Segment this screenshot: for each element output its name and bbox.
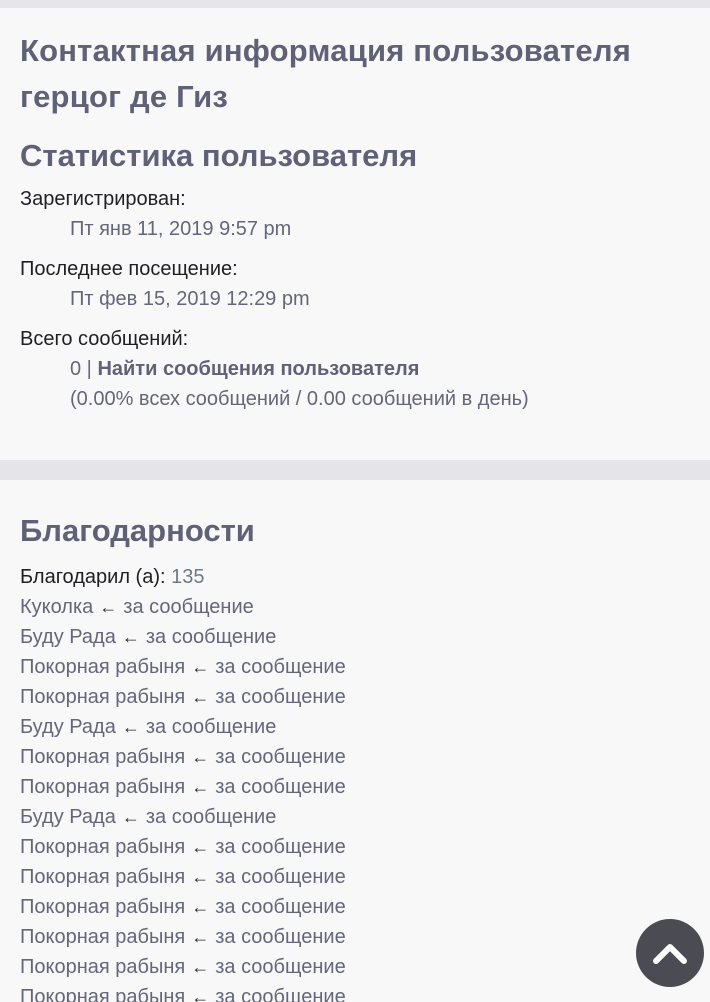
left-arrow-icon: ←	[191, 657, 210, 677]
thanks-user-link[interactable]: Куколка	[20, 596, 93, 618]
section-divider	[0, 460, 710, 480]
thanks-user-link[interactable]: Буду Рада	[20, 806, 116, 828]
thanks-heading: Благодарности	[20, 513, 255, 548]
left-arrow-icon: ←	[191, 777, 210, 797]
thanks-post-link[interactable]: за сообщение	[215, 866, 345, 888]
thanks-user-link[interactable]: Покорная рабыня	[20, 896, 185, 918]
thanks-post-link[interactable]: за сообщение	[215, 686, 345, 708]
thanks-post-link[interactable]: за сообщение	[215, 986, 345, 1002]
left-arrow-icon: ←	[191, 957, 210, 977]
left-arrow-icon: ←	[191, 897, 210, 917]
find-posts-link[interactable]: Найти сообщения пользователя	[97, 358, 419, 380]
left-arrow-icon: ←	[191, 987, 210, 1002]
left-arrow-icon: ←	[121, 717, 140, 737]
list-item: Куколка ← за сообщение	[20, 592, 690, 622]
thanks-post-link[interactable]: за сообщение	[215, 956, 345, 978]
registered-label: Зарегистрирован:	[20, 188, 186, 210]
thanks-post-link[interactable]: за сообщение	[123, 596, 253, 618]
stats-list: Зарегистрирован: Пт янв 11, 2019 9:57 pm…	[20, 184, 690, 414]
list-item: Покорная рабыня ← за сообщение	[20, 982, 690, 1002]
left-arrow-icon: ←	[99, 597, 118, 617]
registered-value: Пт янв 11, 2019 9:57 pm	[70, 218, 292, 240]
thanks-user-link[interactable]: Покорная рабыня	[20, 656, 185, 678]
left-arrow-icon: ←	[191, 687, 210, 707]
thanks-gave-count: 135	[171, 566, 205, 588]
scroll-to-top-button[interactable]	[636, 919, 704, 987]
page-title: Контактная информация пользователя герцо…	[20, 33, 632, 114]
thanks-post-link[interactable]: за сообщение	[215, 896, 345, 918]
posts-count: 0 |	[70, 358, 92, 380]
thanks-user-link[interactable]: Покорная рабыня	[20, 776, 185, 798]
left-arrow-icon: ←	[191, 927, 210, 947]
last-visit-label: Последнее посещение:	[20, 258, 238, 280]
top-strip	[0, 0, 710, 8]
thanks-post-link[interactable]: за сообщение	[215, 926, 345, 948]
list-item: Покорная рабыня ← за сообщение	[20, 952, 690, 982]
thanks-post-link[interactable]: за сообщение	[215, 776, 345, 798]
thanks-list: Куколка ← за сообщение Буду Рада ← за сообщен…	[20, 592, 690, 1002]
left-arrow-icon: ←	[121, 807, 140, 827]
list-item: Покорная рабыня ← за сообщение	[20, 832, 690, 862]
posts-stats: (0.00% всех сообщений / 0.00 сообщений в…	[70, 388, 529, 410]
thanks-user-link[interactable]: Покорная рабыня	[20, 986, 185, 1002]
list-item: Покорная рабыня ← за сообщение	[20, 862, 690, 892]
thanks-post-link[interactable]: за сообщение	[215, 746, 345, 768]
list-item: Буду Рада ← за сообщение	[20, 712, 690, 742]
thanks-user-link[interactable]: Покорная рабыня	[20, 956, 185, 978]
thanks-post-link[interactable]: за сообщение	[215, 656, 345, 678]
thanks-post-link[interactable]: за сообщение	[215, 836, 345, 858]
chevron-up-icon	[653, 944, 687, 964]
list-item: Буду Рада ← за сообщение	[20, 622, 690, 652]
list-item: Покорная рабыня ← за сообщение	[20, 892, 690, 922]
last-visit-value: Пт фев 15, 2019 12:29 pm	[70, 288, 310, 310]
list-item: Буду Рада ← за сообщение	[20, 802, 690, 832]
thanks-user-link[interactable]: Покорная рабыня	[20, 836, 185, 858]
left-arrow-icon: ←	[121, 627, 140, 647]
list-item: Покорная рабыня ← за сообщение	[20, 652, 690, 682]
list-item: Покорная рабыня ← за сообщение	[20, 922, 690, 952]
left-arrow-icon: ←	[191, 747, 210, 767]
list-item: Покорная рабыня ← за сообщение	[20, 682, 690, 712]
list-item: Покорная рабыня ← за сообщение	[20, 742, 690, 772]
thanks-user-link[interactable]: Буду Рада	[20, 716, 116, 738]
thanks-user-link[interactable]: Буду Рада	[20, 626, 116, 648]
thanks-user-link[interactable]: Покорная рабыня	[20, 686, 185, 708]
list-item: Покорная рабыня ← за сообщение	[20, 772, 690, 802]
thanks-user-link[interactable]: Покорная рабыня	[20, 926, 185, 948]
profile-panel: Контактная информация пользователя герцо…	[0, 8, 710, 460]
stats-heading: Статистика пользователя	[20, 138, 418, 173]
left-arrow-icon: ←	[191, 837, 210, 857]
thanks-post-link[interactable]: за сообщение	[146, 716, 276, 738]
posts-label: Всего сообщений:	[20, 328, 189, 350]
left-arrow-icon: ←	[191, 867, 210, 887]
thanks-panel: Благодарности Благодарил (а): 135 Куколк…	[0, 480, 710, 1002]
thanks-count-row: Благодарил (а): 135	[20, 562, 690, 592]
thanks-user-link[interactable]: Покорная рабыня	[20, 746, 185, 768]
thanks-user-link[interactable]: Покорная рабыня	[20, 866, 185, 888]
posts-value: 0 | Найти сообщения пользователя	[70, 354, 690, 384]
thanks-gave-label: Благодарил (а):	[20, 566, 166, 588]
thanks-post-link[interactable]: за сообщение	[146, 806, 276, 828]
thanks-post-link[interactable]: за сообщение	[146, 626, 276, 648]
